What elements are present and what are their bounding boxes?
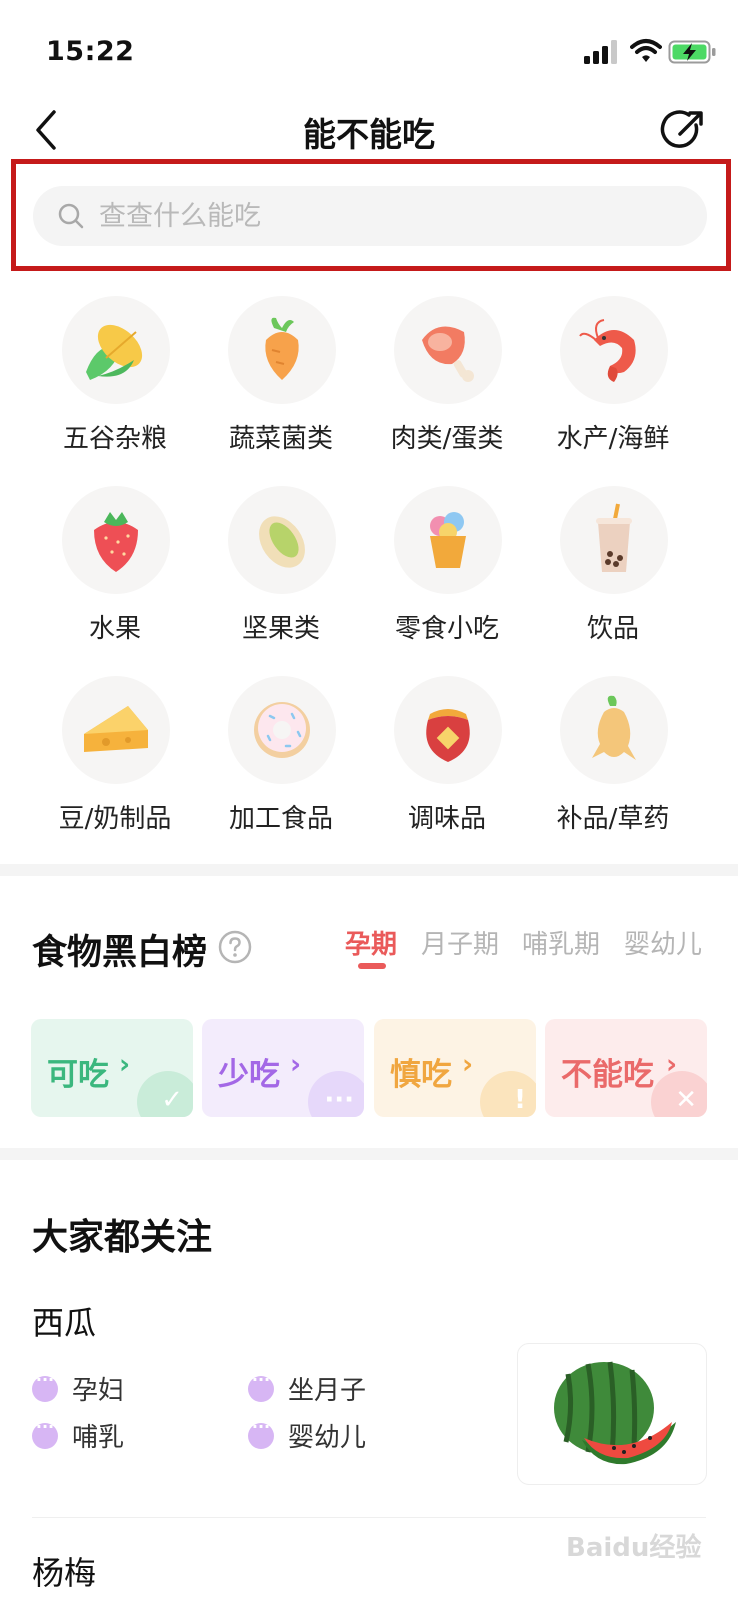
- exclamation-icon: !: [514, 1085, 526, 1115]
- bubble-tea-icon: [596, 503, 632, 572]
- close-icon: ✕: [675, 1085, 697, 1115]
- carrot-icon: [265, 317, 299, 380]
- status-bar: 15:22: [0, 0, 738, 100]
- category-label: 水果: [88, 614, 141, 644]
- category-snacks[interactable]: 零食小吃: [362, 480, 532, 660]
- category-seafood[interactable]: 水产/海鲜: [528, 290, 698, 470]
- more-dots-icon: [32, 1370, 58, 1402]
- strawberry-icon: [94, 512, 138, 572]
- chevron-right-icon: ›: [462, 1049, 474, 1080]
- rank-card-label: 不能吃: [561, 1057, 654, 1093]
- category-label: 肉类/蛋类: [390, 424, 504, 454]
- popular-title: 大家都关注: [32, 1217, 213, 1258]
- share-icon[interactable]: [660, 108, 706, 154]
- food-name-watermelon[interactable]: 西瓜: [32, 1298, 96, 1344]
- seasoning-jar-icon: [426, 709, 470, 762]
- ranking-title: 食物黑白榜: [32, 933, 208, 973]
- meat-leg-icon: [422, 326, 474, 382]
- category-fruit[interactable]: 水果: [30, 480, 200, 660]
- check-icon: ✓: [161, 1085, 183, 1115]
- pistachio-icon: [259, 516, 305, 568]
- rank-card-can-eat[interactable]: 可吃 › ✓: [31, 1019, 193, 1117]
- donut-icon: [254, 702, 310, 758]
- more-dots-icon: [32, 1417, 58, 1449]
- category-grains[interactable]: 五谷杂粮: [30, 290, 200, 470]
- search-bar[interactable]: [33, 186, 707, 246]
- rank-card-label: 可吃: [47, 1057, 109, 1093]
- watermelon-icon: [554, 1361, 676, 1465]
- active-tab-indicator: [358, 963, 386, 969]
- corn-icon: [86, 324, 143, 380]
- category-label: 坚果类: [241, 614, 320, 644]
- cheese-icon: [84, 706, 148, 752]
- category-vegetables[interactable]: 蔬菜菌类: [196, 290, 366, 470]
- category-meat-eggs[interactable]: 肉类/蛋类: [362, 290, 532, 470]
- section-divider: [0, 1148, 738, 1160]
- watermelon-image[interactable]: [517, 1343, 707, 1485]
- tab-infant[interactable]: 婴幼儿: [624, 924, 702, 961]
- category-label: 水产/海鲜: [556, 424, 670, 454]
- page-title: 能不能吃: [303, 115, 435, 154]
- ginseng-icon: [592, 695, 636, 760]
- rank-card-eat-less[interactable]: 少吃 › ···: [202, 1019, 364, 1117]
- chevron-right-icon: ›: [290, 1049, 302, 1080]
- category-nuts[interactable]: 坚果类: [196, 480, 366, 660]
- rank-card-label: 少吃: [218, 1057, 280, 1093]
- category-label: 零食小吃: [394, 614, 499, 644]
- category-label: 豆/奶制品: [58, 804, 172, 834]
- category-drinks[interactable]: 饮品: [528, 480, 698, 660]
- category-label: 补品/草药: [556, 804, 670, 834]
- category-processed[interactable]: 加工食品: [196, 670, 366, 850]
- category-label: 调味品: [407, 804, 486, 834]
- tab-pregnancy[interactable]: 孕期: [345, 924, 397, 961]
- shrimp-icon: [579, 319, 636, 382]
- rank-card-label: 慎吃: [390, 1057, 452, 1093]
- wifi-icon: [630, 39, 662, 62]
- chevron-right-icon: ›: [119, 1049, 131, 1080]
- more-dots-icon: [248, 1370, 274, 1402]
- category-label: 五谷杂粮: [62, 424, 167, 454]
- status-time: 15:22: [46, 36, 135, 67]
- tab-breastfeeding[interactable]: 哺乳期: [522, 924, 600, 961]
- category-label: 加工食品: [228, 804, 333, 834]
- rank-card-cannot-eat[interactable]: 不能吃 › ✕: [545, 1019, 707, 1117]
- ice-cream-icon: [430, 512, 466, 568]
- search-input[interactable]: [99, 186, 689, 246]
- food-name-bayberry[interactable]: 杨梅: [32, 1548, 96, 1594]
- nav-bar: 能不能吃: [0, 100, 738, 160]
- battery-charging-icon: [668, 40, 716, 64]
- tab-confinement[interactable]: 月子期: [421, 924, 499, 961]
- category-seasoning[interactable]: 调味品: [362, 670, 532, 850]
- category-label: 饮品: [586, 614, 639, 644]
- more-dots-icon: ···: [324, 1085, 354, 1115]
- more-dots-icon: [248, 1417, 274, 1449]
- search-icon: [58, 203, 84, 229]
- category-dairy[interactable]: 豆/奶制品: [30, 670, 200, 850]
- category-label: 蔬菜菌类: [228, 424, 333, 454]
- help-icon[interactable]: [218, 930, 252, 964]
- signal-icon: [584, 40, 617, 64]
- category-herbs[interactable]: 补品/草药: [528, 670, 698, 850]
- watermark: Baidu经验: [566, 1533, 702, 1563]
- section-divider: [0, 864, 738, 876]
- rank-card-caution[interactable]: 慎吃 › !: [374, 1019, 536, 1117]
- row-divider: [32, 1517, 706, 1518]
